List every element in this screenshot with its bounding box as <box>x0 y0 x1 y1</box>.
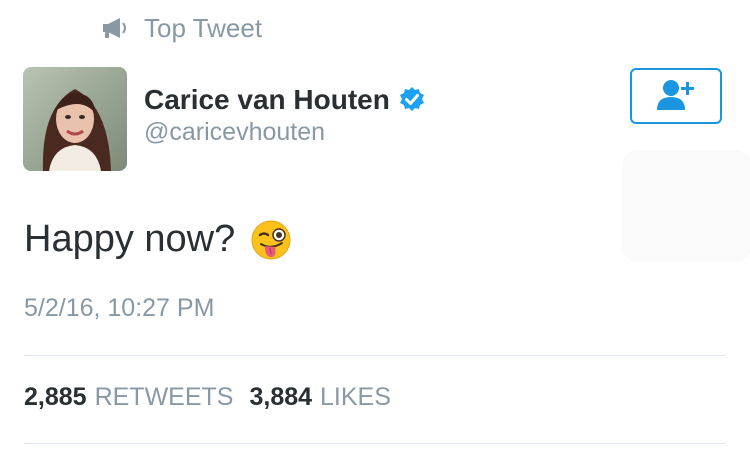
retweet-label: RETWEETS <box>94 383 234 411</box>
background-overlay <box>622 150 750 262</box>
divider <box>24 355 726 356</box>
divider <box>24 443 726 444</box>
tweet-detail: Top Tweet Carice van Houten @caricevhout… <box>0 0 750 452</box>
author-handle[interactable]: @caricevhouten <box>144 118 325 147</box>
tweet-stats: 2,885 RETWEETS 3,884 LIKES <box>24 383 407 412</box>
author-display-name[interactable]: Carice van Houten <box>144 84 390 116</box>
verified-badge-icon <box>398 86 426 114</box>
follow-button[interactable] <box>630 68 722 124</box>
avatar[interactable] <box>23 67 127 171</box>
winking-face-with-tongue-icon <box>251 220 291 260</box>
tweet-timestamp[interactable]: 5/2/16, 10:27 PM <box>24 294 214 323</box>
top-tweet-label: Top Tweet <box>144 12 263 43</box>
like-count: 3,884 <box>249 383 313 411</box>
like-label: LIKES <box>320 383 391 411</box>
likes-stat[interactable]: 3,884 LIKES <box>249 383 390 412</box>
megaphone-icon <box>100 16 128 40</box>
retweets-stat[interactable]: 2,885 RETWEETS <box>24 383 233 412</box>
author-name-row: Carice van Houten <box>144 84 426 116</box>
tweet-body: Happy now? <box>24 218 291 261</box>
top-tweet-header: Top Tweet <box>100 8 262 48</box>
tweet-text: Happy now? <box>24 218 236 260</box>
retweet-count: 2,885 <box>24 383 87 411</box>
add-user-icon <box>653 77 699 116</box>
